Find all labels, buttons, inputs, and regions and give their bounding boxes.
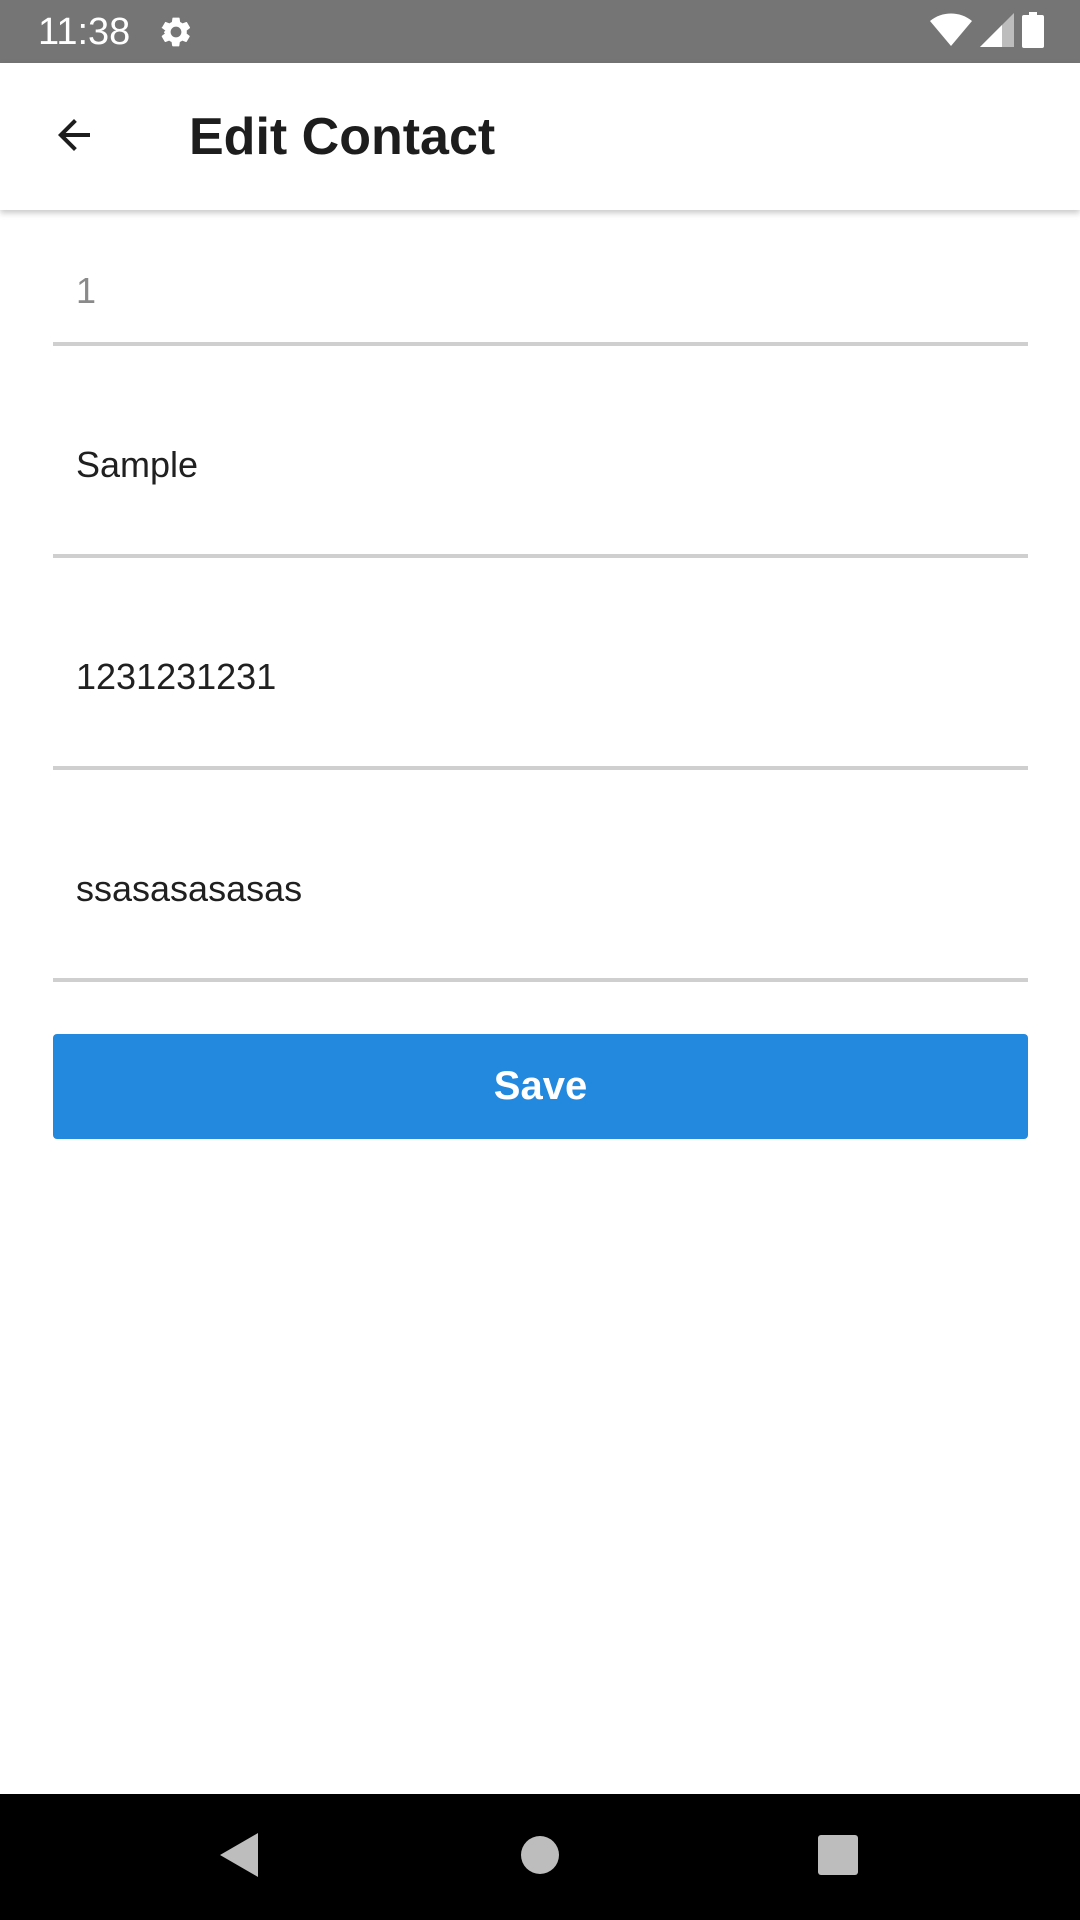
email-input[interactable] [53,844,1028,978]
arrow-back-icon [50,111,98,164]
page-title: Edit Contact [189,108,496,166]
phone-field [53,632,1028,770]
status-bar: 11:38 [0,0,1080,63]
name-field [53,420,1028,558]
id-field [53,250,1028,346]
battery-icon [1022,11,1044,53]
nav-recents-button[interactable] [806,1825,870,1889]
screen: 11:38 Edit Contact 1 Sample 1231231231 s… [0,0,1080,1920]
save-button[interactable]: Save [53,1034,1028,1139]
nav-back-icon [218,1831,262,1884]
settings-gear-icon [158,14,194,50]
nav-home-button[interactable] [508,1825,572,1889]
wifi-icon [930,13,972,52]
nav-home-icon [520,1835,560,1880]
status-time: 11:38 [38,11,131,53]
nav-recents-icon [818,1834,858,1880]
navigation-bar [0,1794,1080,1920]
app-bar: Edit Contact [0,63,1080,210]
id-input[interactable] [53,250,1028,342]
email-field [53,844,1028,982]
back-button[interactable] [30,105,118,169]
cell-signal-icon [980,12,1014,52]
nav-back-button[interactable] [208,1825,272,1889]
name-input[interactable] [53,420,1028,554]
status-icons [930,11,1044,53]
phone-input[interactable] [53,632,1028,766]
